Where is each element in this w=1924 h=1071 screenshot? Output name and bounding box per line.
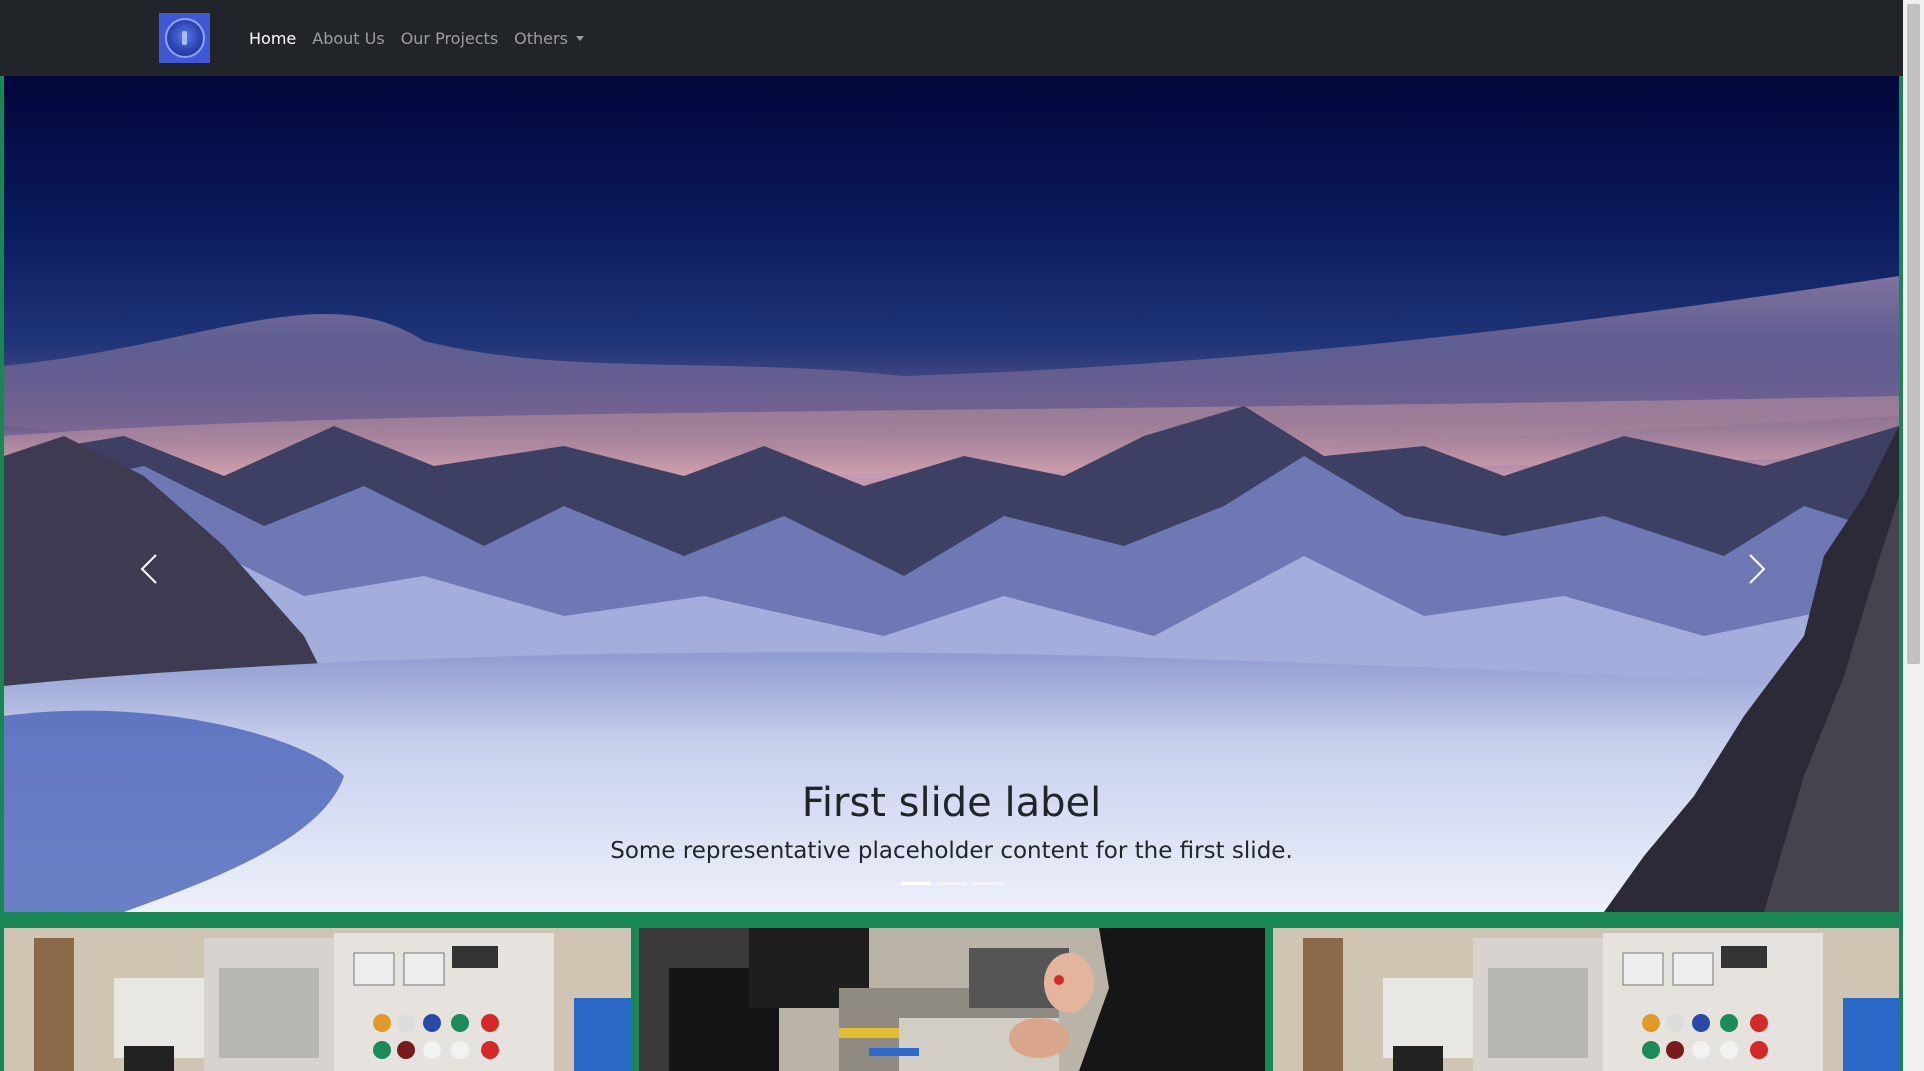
nav-links: Home About Us Our Projects Others [241, 0, 592, 76]
nav-dropdown-others[interactable]: Others [506, 29, 592, 48]
chevron-left-icon [140, 554, 157, 584]
project-cards-row [0, 928, 1903, 1071]
nav-link-home[interactable]: Home [241, 29, 304, 48]
chevron-right-icon [1749, 554, 1766, 584]
lab-control-panel-photo [4, 928, 631, 1071]
card-image-electronics-workbench[interactable] [639, 928, 1265, 1071]
card-image-lab-control-panel-2[interactable] [1273, 928, 1899, 1071]
carousel-prev-button[interactable] [134, 544, 164, 594]
nav-link-about-us[interactable]: About Us [304, 29, 392, 48]
carousel-indicators [4, 882, 1899, 885]
caret-down-icon [575, 35, 584, 41]
scrollbar-thumb[interactable] [1907, 4, 1920, 664]
carousel-next-button[interactable] [1742, 544, 1772, 594]
electronics-workbench-photo [639, 928, 1265, 1071]
nav-link-our-projects[interactable]: Our Projects [393, 29, 506, 48]
card-image-lab-control-panel[interactable] [4, 928, 631, 1071]
brand-logo[interactable] [159, 13, 210, 63]
top-navbar: Home About Us Our Projects Others [0, 0, 1903, 76]
page-scrollbar[interactable] [1903, 0, 1924, 1071]
indicator-slide-1[interactable] [900, 882, 931, 885]
slide-text: Some representative placeholder content … [610, 838, 1293, 864]
indicator-slide-2[interactable] [936, 882, 967, 885]
indicator-slide-3[interactable] [972, 882, 1003, 885]
nav-dropdown-label: Others [514, 28, 568, 48]
slide-title: First slide label [801, 780, 1102, 826]
lab-control-panel-photo [1273, 928, 1899, 1071]
circle-logo-icon [164, 18, 205, 58]
hero-carousel: First slide label Some representative pl… [4, 76, 1899, 912]
